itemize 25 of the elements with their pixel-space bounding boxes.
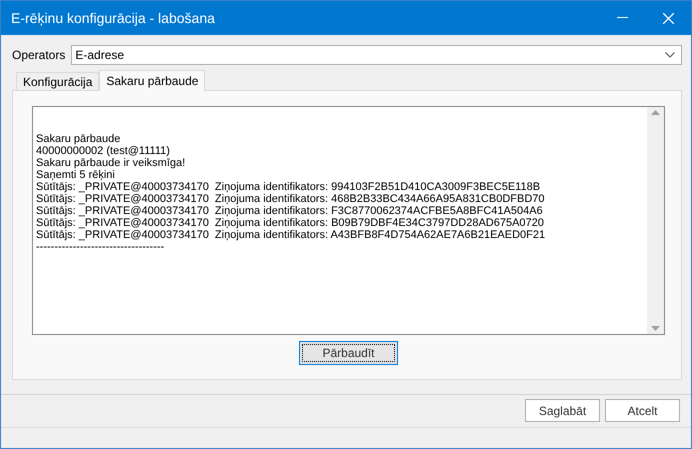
log-line: Saņemti 5 rēķini xyxy=(36,169,116,181)
close-icon[interactable] xyxy=(662,12,674,24)
minimize-icon[interactable] xyxy=(616,17,628,19)
log-line: ----------------------------------- xyxy=(36,241,166,253)
scroll-down-icon[interactable] xyxy=(651,326,660,331)
log-line: 40000000002 (test@11111) xyxy=(36,145,171,157)
log-line: Sūtītājs: _PRIVATE@40003734170 Ziņojuma identifikators: 468B2B33BC434A66A95A831CB0DFBD70 xyxy=(36,193,546,205)
tab[interactable]: Sakaru pārbaude xyxy=(99,70,206,91)
scroll-up-icon[interactable] xyxy=(651,110,660,115)
log-text-area[interactable] xyxy=(32,106,665,335)
log-line: Sakaru pārbaude xyxy=(36,133,122,145)
chevron-down-icon xyxy=(665,52,675,58)
window-title: E-rēķinu konfigurācija - labošana xyxy=(11,10,216,26)
dialog-button[interactable]: Saglabāt xyxy=(525,399,600,422)
log-line: Sūtītājs: _PRIVATE@40003734170 Ziņojuma identifikators: B09B79DBF4E34C3797DD28AD675A0720 xyxy=(36,217,545,229)
operator-dropdown[interactable]: E-adrese xyxy=(71,45,682,65)
log-line: Sūtītājs: _PRIVATE@40003734170 Ziņojuma identifikators: A43BFB8F4D754A62AE7A6B21EAED0F21 xyxy=(36,229,546,241)
log-line: Sakaru pārbaude ir veiksmīga! xyxy=(36,157,186,169)
scrollbar[interactable] xyxy=(647,107,664,334)
log-line: Sūtītājs: _PRIVATE@40003734170 Ziņojuma identifikators: 994103F2B51D410CA3009F3BEC5E118B xyxy=(36,181,542,193)
dialog-button[interactable]: Atcelt xyxy=(605,399,680,422)
check-button[interactable]: Pārbaudīt xyxy=(299,341,398,365)
tab[interactable]: Konfigurācija xyxy=(16,72,100,90)
log-line: Sūtītājs: _PRIVATE@40003734170 Ziņojuma identifikators: F3C8770062374ACFBE5A8BFC41A504A6 xyxy=(36,205,544,217)
operator-label: Operators xyxy=(12,48,66,62)
